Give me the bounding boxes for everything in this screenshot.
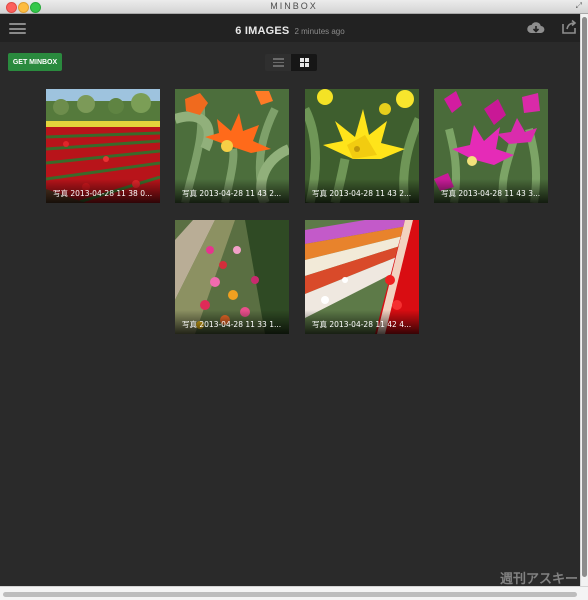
last-updated: 2 minutes ago	[294, 27, 345, 36]
horizontal-scrollbar[interactable]	[0, 586, 588, 600]
image-thumbnail[interactable]: 写真 2013-04-28 11 33 1...	[175, 220, 289, 334]
image-thumbnail[interactable]: 写真 2013-04-28 11 43 2...	[305, 89, 419, 203]
get-minbox-button[interactable]: GET MINBOX	[8, 53, 62, 71]
header-title: 6 IMAGES 2 minutes ago	[0, 21, 580, 39]
window-title: MINBOX	[270, 1, 318, 11]
image-caption: 写真 2013-04-28 11 43 2...	[305, 179, 419, 203]
image-count: 6 IMAGES	[235, 25, 290, 37]
fullscreen-icon[interactable]: ⤢	[576, 1, 582, 11]
view-toggle	[265, 54, 317, 71]
cloud-download-icon[interactable]	[526, 20, 546, 36]
grid-view-icon	[299, 58, 309, 67]
list-view-button[interactable]	[265, 54, 291, 71]
image-thumbnail[interactable]: 写真 2013-04-28 11 38 0...	[46, 89, 160, 203]
image-thumbnail[interactable]: 写真 2013-04-28 11 43 2...	[175, 89, 289, 203]
image-caption: 写真 2013-04-28 11 38 0...	[46, 179, 160, 203]
horizontal-scroll-thumb[interactable]	[3, 592, 577, 597]
image-thumbnail[interactable]: 写真 2013-04-28 11 42 4...	[305, 220, 419, 334]
grid-view-button[interactable]	[291, 54, 317, 71]
image-caption: 写真 2013-04-28 11 42 4...	[305, 310, 419, 334]
vertical-scroll-thumb[interactable]	[582, 17, 587, 577]
image-caption: 写真 2013-04-28 11 33 1...	[175, 310, 289, 334]
window-titlebar: MINBOX ⤢	[0, 0, 588, 14]
share-icon[interactable]	[561, 19, 577, 35]
image-caption: 写真 2013-04-28 11 43 2...	[175, 179, 289, 203]
watermark: 週刊アスキー	[500, 572, 579, 587]
vertical-scrollbar[interactable]	[580, 14, 588, 586]
image-caption: 写真 2013-04-28 11 43 3...	[434, 179, 548, 203]
list-view-icon	[272, 56, 284, 69]
image-thumbnail[interactable]: 写真 2013-04-28 11 43 3...	[434, 89, 548, 203]
app-header: 6 IMAGES 2 minutes ago	[0, 14, 580, 42]
